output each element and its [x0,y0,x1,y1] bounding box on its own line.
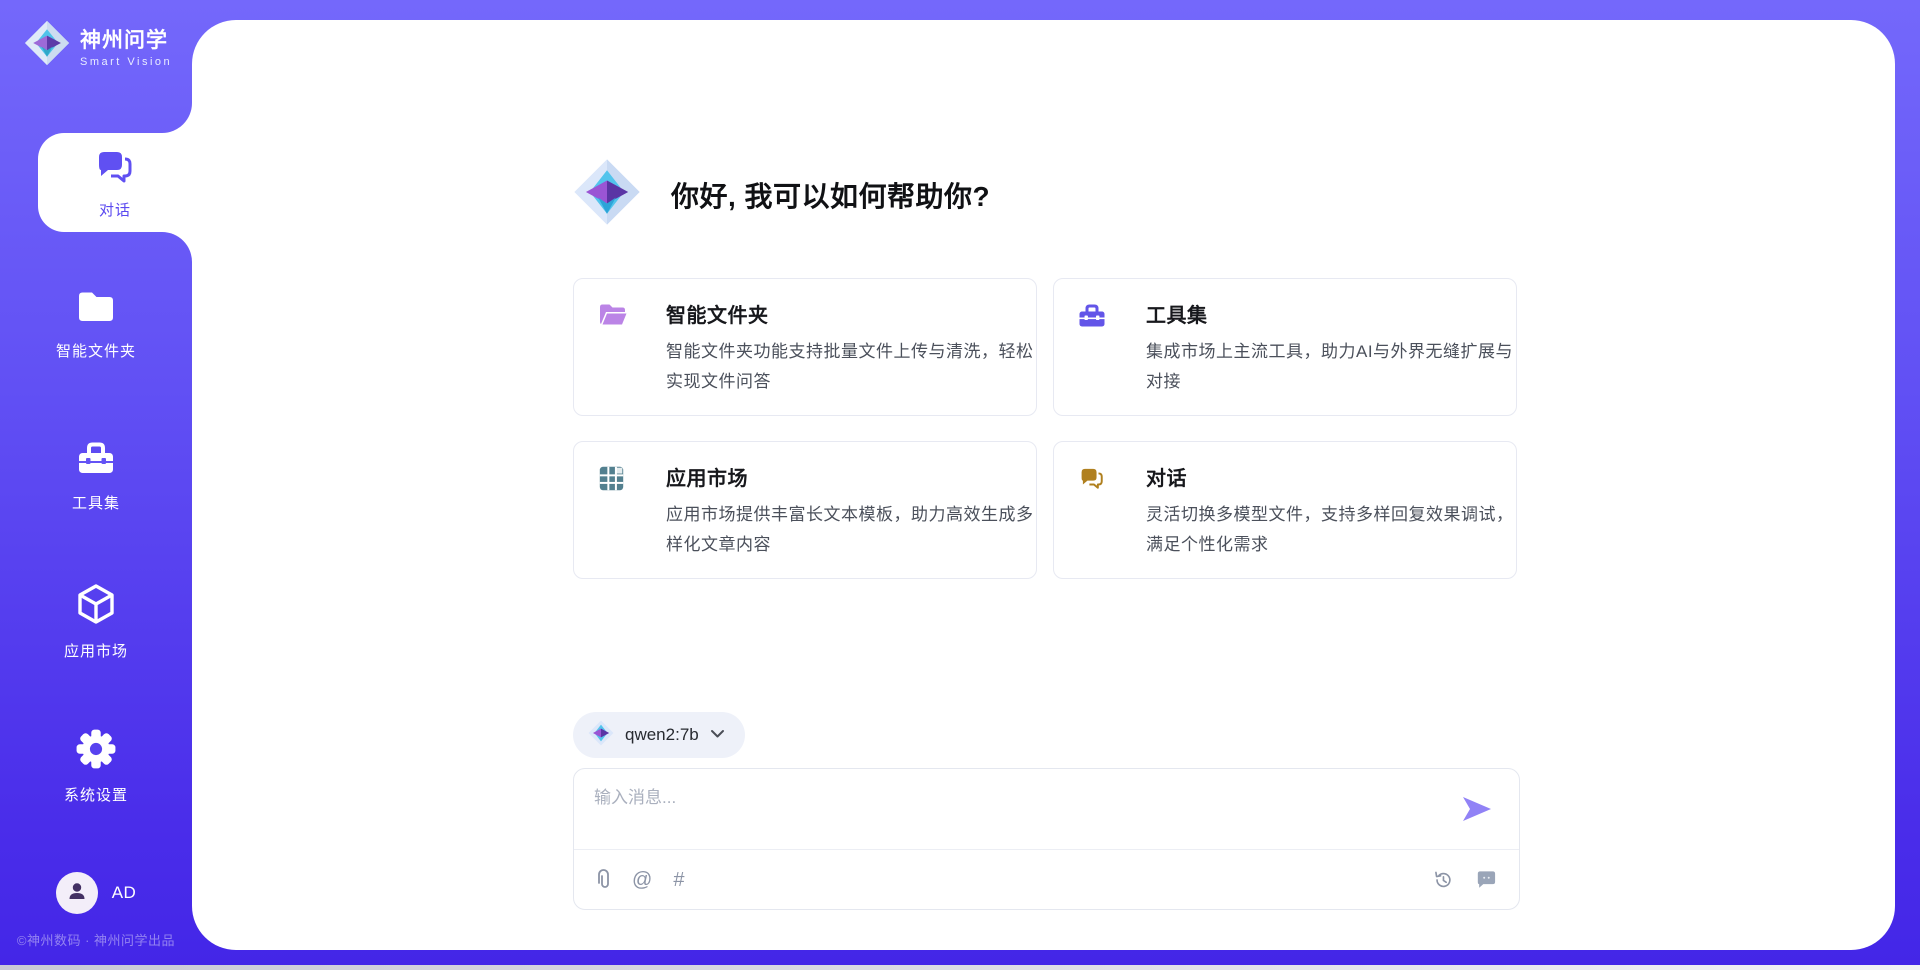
app-subtitle: Smart Vision [80,56,172,68]
app-brand: 神州问学 Smart Vision [24,20,172,71]
history-icon[interactable] [1432,869,1454,891]
tab-curve-bottom [162,232,192,262]
sidebar-item-label: 工具集 [72,492,120,513]
card-smart-folder[interactable]: 智能文件夹 智能文件夹功能支持批量文件上传与清洗，轻松实现文件问答 [573,278,1037,416]
card-title: 对话 [1146,462,1496,491]
chat-icon [1078,465,1106,496]
feature-cards: 智能文件夹 智能文件夹功能支持批量文件上传与清洗，轻松实现文件问答 工具集 集成… [573,278,1517,579]
send-icon[interactable] [1461,795,1493,828]
card-app-market[interactable]: 应用市场 应用市场提供丰富长文本模板，助力高效生成多样化文章内容 [573,441,1037,579]
sidebar-item-label: 对话 [99,199,131,220]
model-logo-icon [588,720,614,751]
user-name: AD [112,883,137,903]
tab-curve-top [162,103,192,133]
person-icon [65,879,89,908]
sidebar-item-toolbox[interactable]: 工具集 [0,438,192,513]
card-description: 灵活切换多模型文件，支持多样回复效果调试，满足个性化需求 [1146,500,1526,560]
grid-icon [598,465,625,497]
model-name: qwen2:7b [625,725,699,745]
model-selector[interactable]: qwen2:7b [573,712,745,758]
card-description: 集成市场上主流工具，助力AI与外界无缝扩展与对接 [1146,337,1526,397]
greeting-title: 你好, 我可以如何帮助你? [671,175,990,215]
card-title: 工具集 [1146,299,1496,328]
toolbox-icon [75,438,117,483]
message-icon[interactable] [1475,870,1497,890]
cube-icon [74,582,118,631]
composer-toolbar: @ # [574,849,1519,909]
copyright-footer: ©神州数码 · 神州问学出品 [0,930,192,949]
user-profile[interactable]: AD [0,872,192,914]
mention-icon[interactable]: @ [632,870,652,890]
card-title: 应用市场 [666,462,1016,491]
hashtag-icon[interactable]: # [673,870,684,890]
greeting-block: 你好, 我可以如何帮助你? [573,158,990,231]
app-logo-icon [24,20,70,71]
assistant-logo-icon [573,158,641,231]
chevron-down-icon [710,726,725,744]
chat-icon [94,146,136,191]
attachment-icon[interactable] [596,869,611,891]
app-title: 神州问学 [80,24,172,54]
toolbox-icon [1078,302,1106,334]
card-chat[interactable]: 对话 灵活切换多模型文件，支持多样回复效果调试，满足个性化需求 [1053,441,1517,579]
folder-icon [75,288,117,331]
sidebar-item-app-market[interactable]: 应用市场 [0,582,192,661]
sidebar-item-label: 智能文件夹 [56,340,136,361]
card-title: 智能文件夹 [666,299,1016,328]
sidebar-item-label: 应用市场 [64,640,128,661]
folder-open-icon [598,302,628,333]
sidebar-item-settings[interactable]: 系统设置 [0,728,192,805]
window-bottom-edge [0,965,1920,970]
avatar [56,872,98,914]
gear-icon [75,728,117,775]
card-description: 智能文件夹功能支持批量文件上传与清洗，轻松实现文件问答 [666,337,1046,397]
sidebar-item-chat[interactable]: 对话 [38,133,192,232]
card-description: 应用市场提供丰富长文本模板，助力高效生成多样化文章内容 [666,500,1046,560]
message-composer: @ # [573,768,1520,910]
sidebar-item-label: 系统设置 [64,784,128,805]
sidebar-item-smart-folder[interactable]: 智能文件夹 [0,288,192,361]
card-toolbox[interactable]: 工具集 集成市场上主流工具，助力AI与外界无缝扩展与对接 [1053,278,1517,416]
sidebar: 神州问学 Smart Vision 对话 智能文件夹 [0,0,192,970]
message-input[interactable] [594,783,1454,843]
